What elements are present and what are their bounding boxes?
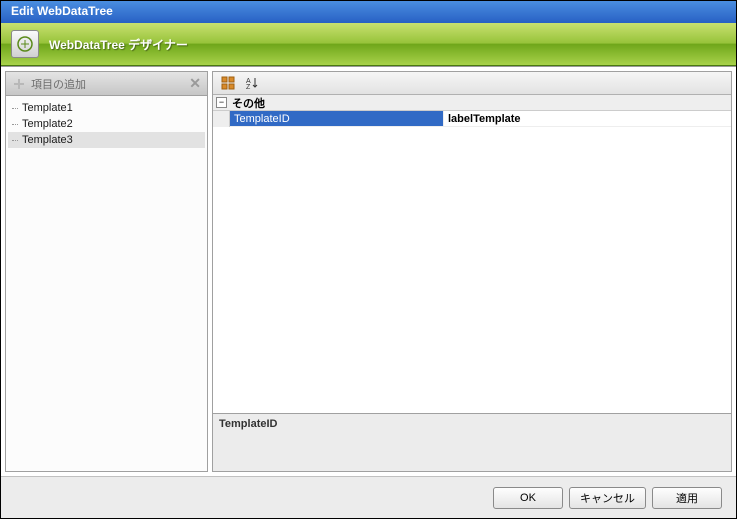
property-toolbar: A Z: [213, 72, 731, 95]
property-indent: [213, 111, 230, 127]
main-area: 項目の追加 ✕ Template1Template2Template3 A: [1, 66, 736, 476]
property-name[interactable]: TemplateID: [230, 111, 444, 127]
designer-title: WebDataTree デザイナー: [49, 36, 188, 53]
plus-icon: [12, 77, 26, 91]
categorize-button[interactable]: [217, 74, 239, 93]
svg-text:Z: Z: [246, 84, 251, 90]
template-item[interactable]: Template1: [8, 100, 205, 116]
window-title: Edit WebDataTree: [11, 4, 113, 18]
sort-button[interactable]: A Z: [241, 74, 263, 93]
property-value[interactable]: labelTemplate: [444, 111, 731, 127]
description-panel: TemplateID: [213, 413, 731, 471]
designer-icon: [11, 30, 39, 58]
collapse-icon[interactable]: −: [216, 97, 227, 108]
add-item-label: 項目の追加: [31, 76, 86, 92]
property-row[interactable]: TemplateIDlabelTemplate: [213, 111, 731, 127]
property-grid[interactable]: − その他 TemplateIDlabelTemplate: [213, 95, 731, 413]
titlebar[interactable]: Edit WebDataTree: [1, 1, 736, 23]
description-title: TemplateID: [219, 418, 725, 430]
dialog-window: Edit WebDataTree WebDataTree デザイナー 項目の追加…: [0, 0, 737, 519]
ok-button[interactable]: OK: [493, 487, 563, 509]
dialog-button-bar: OK キャンセル 適用: [1, 476, 736, 518]
cancel-button[interactable]: キャンセル: [569, 487, 646, 509]
category-label: その他: [232, 95, 265, 111]
template-item[interactable]: Template3: [8, 132, 205, 148]
category-row: − その他: [213, 95, 731, 111]
apply-button[interactable]: 適用: [652, 487, 722, 509]
template-item[interactable]: Template2: [8, 116, 205, 132]
designer-header: WebDataTree デザイナー: [1, 23, 736, 66]
close-icon[interactable]: ✕: [189, 75, 201, 92]
template-list-panel: 項目の追加 ✕ Template1Template2Template3: [5, 71, 208, 472]
property-panel: A Z − その他 TemplateIDlabelTemplate Templa…: [212, 71, 732, 472]
add-item-bar[interactable]: 項目の追加 ✕: [6, 72, 207, 96]
template-tree: Template1Template2Template3: [6, 96, 207, 152]
